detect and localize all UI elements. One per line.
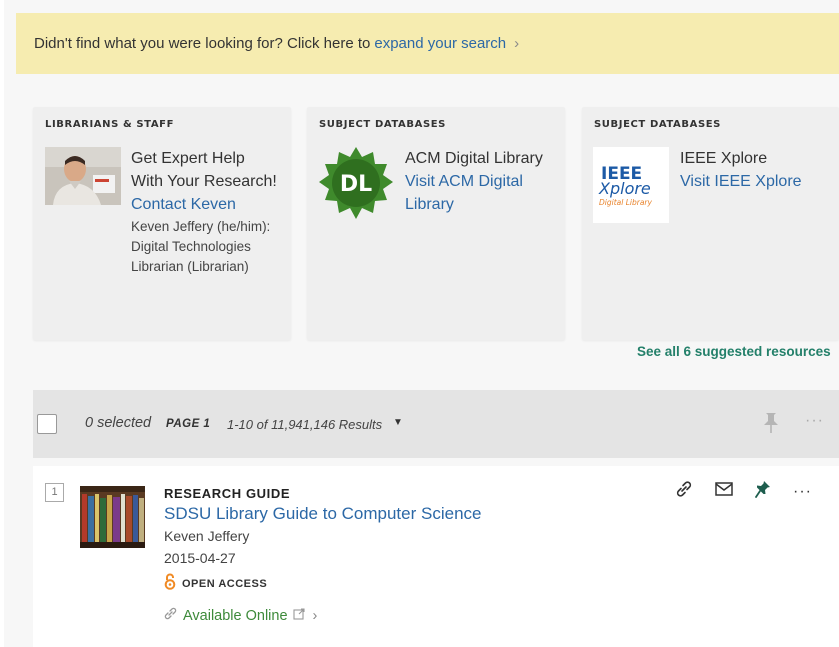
visit-ieee-link[interactable]: Visit IEEE Xplore	[680, 170, 830, 193]
expand-search-link[interactable]: expand your search	[374, 35, 506, 52]
card-category: SUBJECT DATABASES	[319, 119, 446, 130]
open-access-icon	[164, 573, 176, 595]
more-options-icon[interactable]: ···	[805, 412, 824, 430]
open-access-badge: OPEN ACCESS	[164, 573, 267, 595]
result-thumbnail[interactable]	[80, 486, 145, 548]
selected-count: 0 selected	[85, 415, 152, 431]
email-icon[interactable]	[715, 482, 733, 501]
result-date: 2015-04-27	[164, 550, 236, 566]
ieee-card: SUBJECT DATABASES IEEE Xplore Digital Li…	[582, 107, 839, 340]
available-online-label: Available Online	[183, 607, 288, 624]
result-item: 1 RESEARCH GUIDE SDSU Library Guide to C…	[33, 466, 839, 647]
librarian-photo	[45, 147, 121, 205]
left-edge	[0, 0, 4, 647]
svg-text:Digital Library: Digital Library	[599, 198, 652, 207]
card-title: Get Expert Help With Your Research!	[131, 150, 277, 190]
page-indicator: PAGE 1	[166, 418, 211, 430]
card-title: IEEE Xplore	[680, 150, 768, 167]
card-category: SUBJECT DATABASES	[594, 119, 721, 130]
result-author: Keven Jeffery	[164, 528, 250, 544]
banner-text: Didn't find what you were looking for? C…	[34, 35, 371, 52]
pin-active-icon[interactable]	[755, 480, 771, 503]
caret-down-icon[interactable]: ▼	[393, 417, 403, 428]
expand-search-banner: Didn't find what you were looking for? C…	[16, 13, 839, 74]
more-options-icon[interactable]: ···	[793, 483, 812, 501]
see-all-resources-link[interactable]: See all 6 suggested resources	[637, 344, 831, 359]
svg-text:Xplore: Xplore	[598, 179, 651, 198]
result-actions: ···	[675, 480, 812, 503]
librarian-card: LIBRARIANS & STAFF Get Expert Help With …	[33, 107, 291, 340]
chevron-right-icon: ›	[312, 607, 318, 624]
contact-keven-link[interactable]: Contact Keven	[131, 193, 281, 216]
results-toolbar: 0 selected PAGE 1 1-10 of 11,941,146 Res…	[33, 390, 839, 458]
result-number: 1	[45, 483, 64, 502]
acm-logo: DL	[318, 145, 394, 221]
open-access-label: OPEN ACCESS	[182, 578, 268, 590]
permalink-icon[interactable]	[675, 480, 693, 503]
external-link-icon	[292, 607, 305, 624]
card-description: Keven Jeffery (he/him): Digital Technolo…	[131, 219, 271, 274]
chevron-right-icon: ›	[514, 35, 520, 52]
available-online-link[interactable]: Available Online ›	[164, 607, 317, 624]
results-count: 1-10 of 11,941,146 Results	[227, 417, 383, 432]
card-title: ACM Digital Library	[405, 150, 543, 167]
link-icon	[164, 607, 177, 624]
acm-logo-text: DL	[340, 172, 372, 197]
acm-card: SUBJECT DATABASES DL ACM Digital Library…	[307, 107, 565, 340]
select-all-checkbox[interactable]	[37, 414, 57, 434]
card-category: LIBRARIANS & STAFF	[45, 119, 175, 130]
visit-acm-link[interactable]: Visit ACM Digital Library	[405, 170, 555, 216]
pin-icon[interactable]	[763, 412, 779, 439]
result-title-link[interactable]: SDSU Library Guide to Computer Science	[164, 504, 481, 524]
ieee-logo: IEEE Xplore Digital Library	[593, 147, 669, 223]
result-type: RESEARCH GUIDE	[164, 486, 291, 501]
